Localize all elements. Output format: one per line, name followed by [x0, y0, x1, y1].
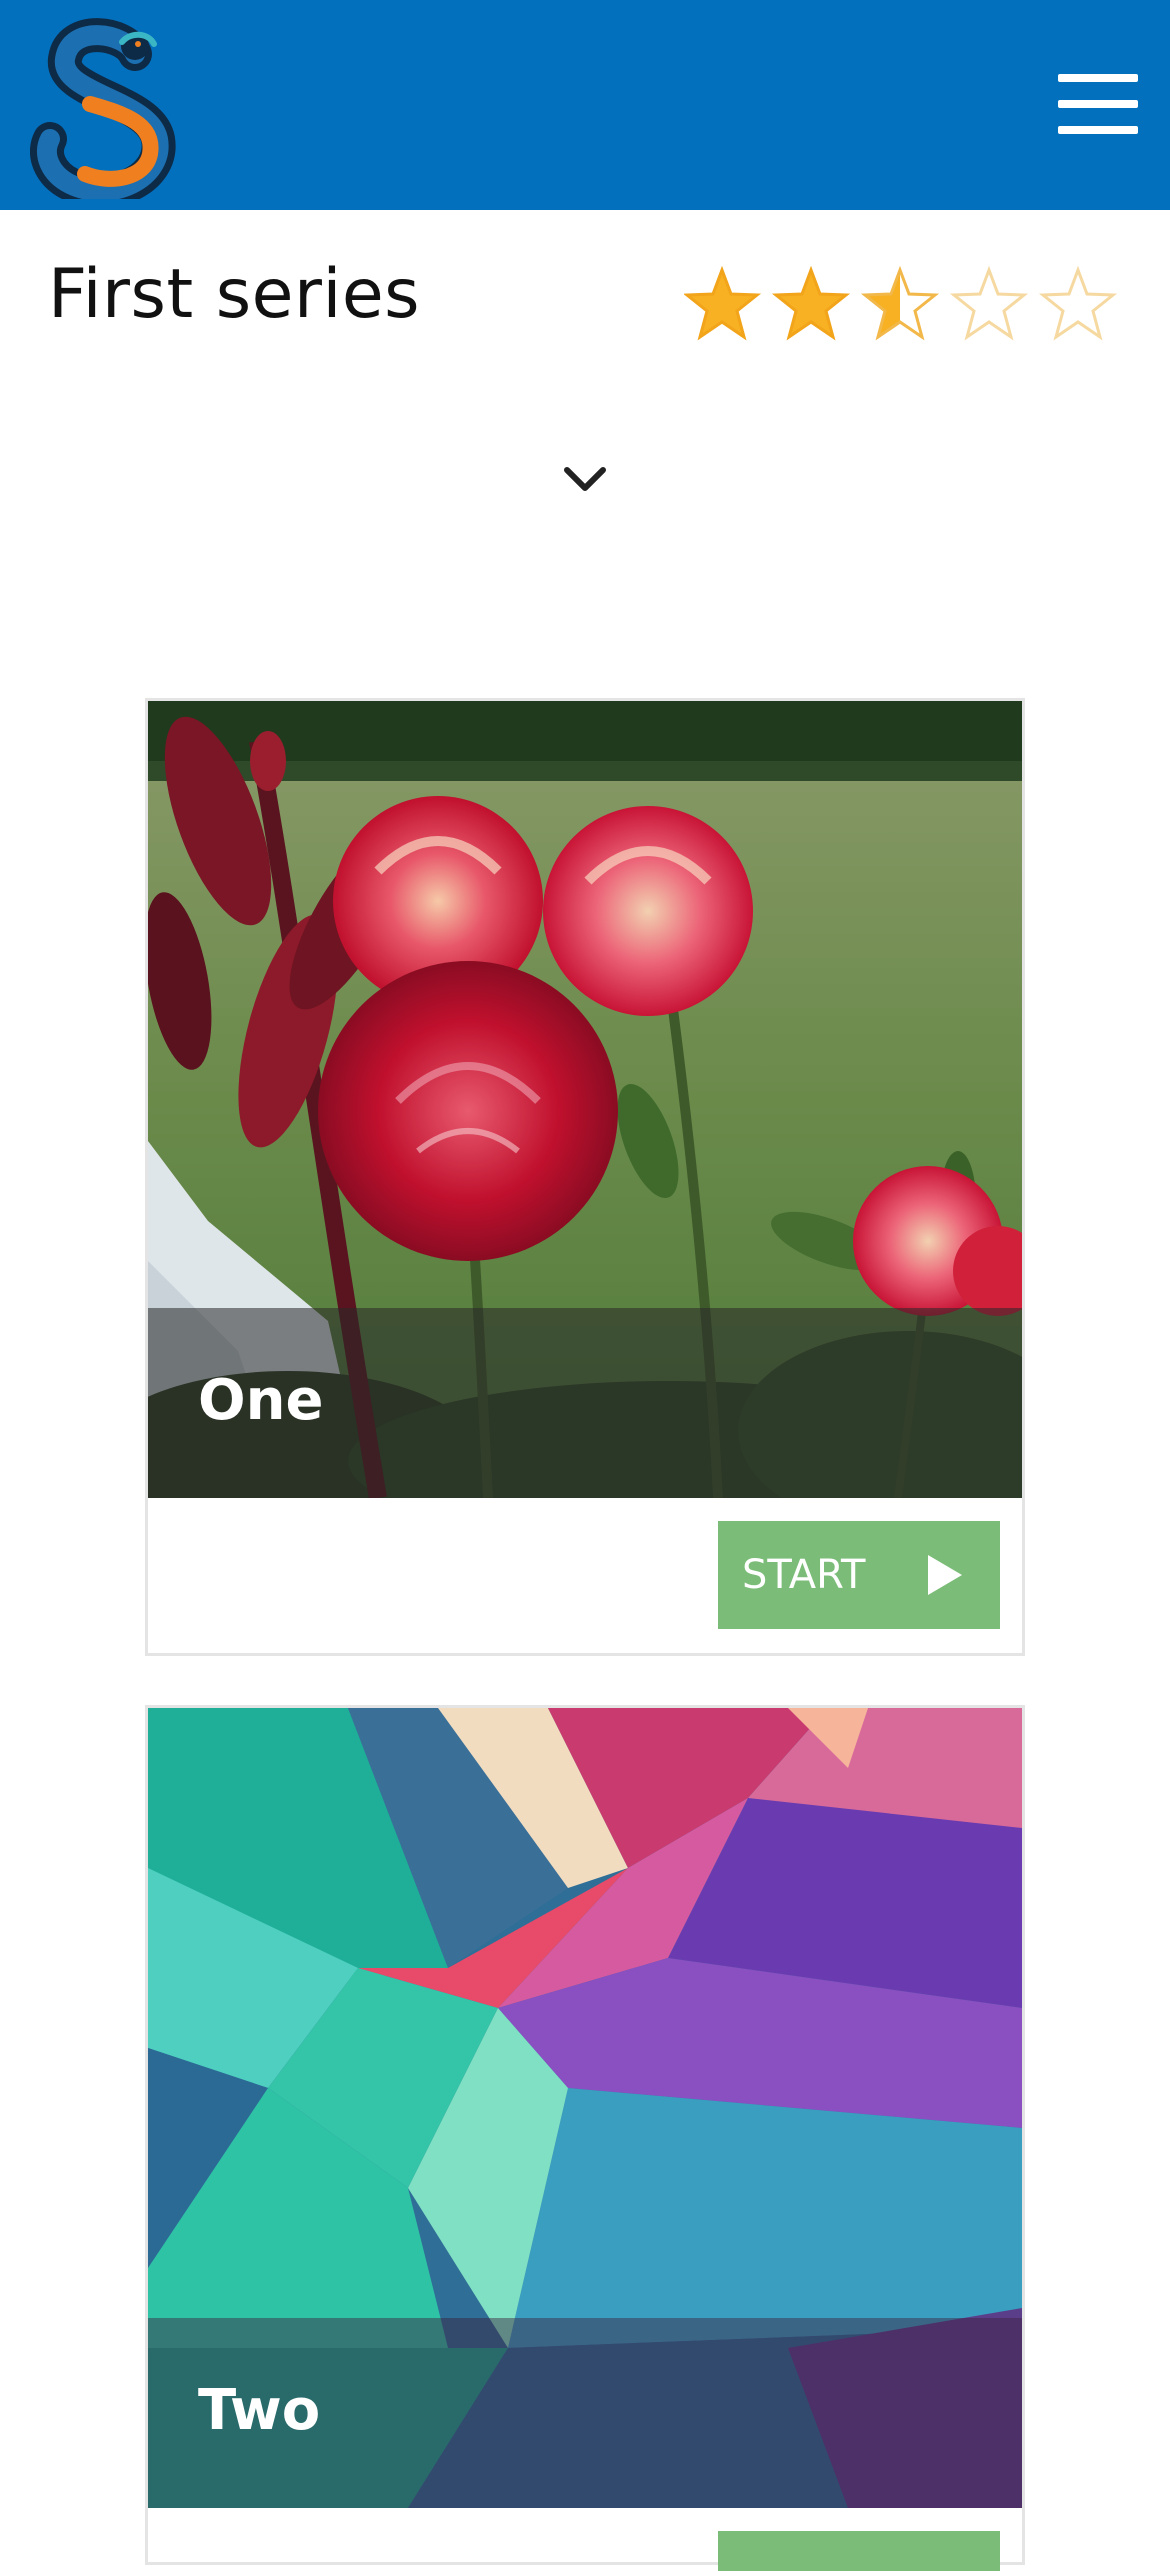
lesson-title: Two: [198, 2378, 321, 2443]
star-empty-icon-5: [1041, 268, 1115, 339]
hamburger-menu-icon[interactable]: [1058, 74, 1138, 134]
lesson-card[interactable]: Two: [145, 1705, 1025, 2571]
lesson-caption-bar: One: [148, 1308, 1022, 1498]
lesson-card[interactable]: One START: [145, 698, 1025, 1656]
start-button-label: START: [742, 1552, 866, 1598]
star-empty-icon-4: [952, 268, 1026, 339]
page-title: First series: [48, 255, 421, 334]
app-logo[interactable]: [30, 14, 180, 209]
start-button[interactable]: START: [718, 1521, 1000, 1629]
star-half-icon-3: [863, 268, 937, 339]
chevron-down-icon[interactable]: [555, 460, 615, 500]
star-rating: [684, 266, 1124, 346]
star-icon-2: [774, 268, 848, 339]
star-icon-1: [685, 268, 759, 339]
app-header: [0, 0, 1170, 210]
play-icon: [928, 1555, 962, 1595]
lesson-caption-bar: Two: [148, 2318, 1022, 2508]
lesson-title: One: [198, 1368, 324, 1433]
start-button[interactable]: [718, 2531, 1000, 2571]
